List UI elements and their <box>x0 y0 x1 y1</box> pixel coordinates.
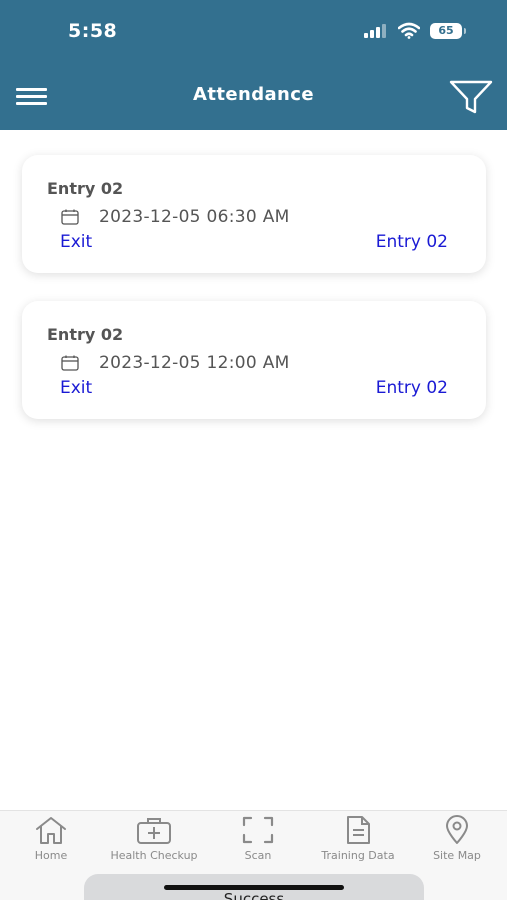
home-icon <box>36 817 66 844</box>
page-title: Attendance <box>193 84 314 105</box>
attendance-card[interactable]: Entry 02 2023-12-05 06:30 AM Exit Entry … <box>22 155 486 273</box>
entry-title: Entry 02 <box>47 325 124 344</box>
battery-icon: 65 <box>430 23 466 39</box>
wifi-icon <box>398 22 420 39</box>
tab-label: Scan <box>244 849 272 862</box>
tab-health-checkup[interactable]: Health Checkup <box>100 815 208 862</box>
menu-button[interactable] <box>16 86 48 108</box>
home-indicator[interactable] <box>164 885 344 890</box>
medical-kit-icon <box>137 818 171 844</box>
attendance-card[interactable]: Entry 02 2023-12-05 12:00 AM Exit Entry … <box>22 301 486 419</box>
document-icon <box>347 816 370 844</box>
status-time: 5:58 <box>68 20 118 42</box>
entry-status: Entry 02 <box>375 378 448 398</box>
cellular-signal-icon <box>364 24 388 38</box>
entry-datetime: 2023-12-05 06:30 AM <box>99 207 290 227</box>
entry-action: Exit <box>60 232 93 252</box>
entry-action: Exit <box>60 378 93 398</box>
tab-training-data[interactable]: Training Data <box>310 815 406 862</box>
map-pin-icon <box>446 815 468 844</box>
toast-message: Success <box>223 890 285 900</box>
status-bar: 5:58 65 <box>0 0 507 62</box>
entry-datetime: 2023-12-05 12:00 AM <box>99 353 290 373</box>
tab-site-map[interactable]: Site Map <box>424 815 490 862</box>
tab-scan[interactable]: Scan <box>230 815 286 862</box>
tab-label: Training Data <box>321 849 395 862</box>
tab-label: Health Checkup <box>110 849 198 862</box>
tab-label: Site Map <box>433 849 481 862</box>
calendar-icon <box>61 355 79 371</box>
app-header: 5:58 65 Attendance <box>0 0 507 130</box>
entry-status: Entry 02 <box>375 232 448 252</box>
tab-label: Home <box>34 849 68 862</box>
scan-icon <box>242 816 274 844</box>
entry-title: Entry 02 <box>47 179 124 198</box>
tab-home[interactable]: Home <box>22 815 80 862</box>
calendar-icon <box>61 209 79 225</box>
filter-icon[interactable] <box>448 78 494 116</box>
